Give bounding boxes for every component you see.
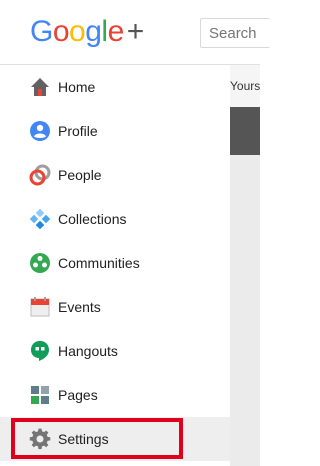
logo-letter: e xyxy=(107,15,125,48)
nav-item-label: Home xyxy=(58,79,96,95)
nav-item-label: Events xyxy=(58,299,101,315)
content-tab-label[interactable]: Yours xyxy=(230,79,260,93)
nav-item-hangouts[interactable]: Hangouts xyxy=(0,329,230,373)
logo-letter: o xyxy=(69,15,86,48)
pages-icon xyxy=(31,386,49,404)
gear-icon xyxy=(29,428,51,450)
communities-icon xyxy=(30,253,50,273)
navigation-drawer: Home Profile People Collections Communit… xyxy=(0,65,230,466)
google-plus-logo[interactable]: Google + xyxy=(30,14,144,50)
nav-item-label: Hangouts xyxy=(58,343,118,359)
nav-item-label: Communities xyxy=(58,255,140,271)
nav-item-label: Settings xyxy=(58,431,109,447)
nav-item-label: Profile xyxy=(58,123,98,139)
search-input[interactable]: Search xyxy=(200,18,270,48)
logo-letter: o xyxy=(52,15,70,48)
content-area: Yours xyxy=(230,65,260,466)
nav-item-events[interactable]: Events xyxy=(0,285,230,329)
top-bar: Google + Search xyxy=(0,0,270,65)
hangouts-icon xyxy=(31,341,49,361)
nav-item-pages[interactable]: Pages xyxy=(0,373,230,417)
nav-item-label: Collections xyxy=(58,211,127,227)
logo-letter: G xyxy=(30,15,53,48)
content-tab-strip: Yours xyxy=(230,65,260,107)
nav-item-collections[interactable]: Collections xyxy=(0,197,230,241)
nav-item-home[interactable]: Home xyxy=(0,65,230,109)
nav-item-label: Pages xyxy=(58,387,98,403)
nav-item-communities[interactable]: Communities xyxy=(0,241,230,285)
collections-icon xyxy=(29,208,51,230)
nav-item-people[interactable]: People xyxy=(0,153,230,197)
nav-item-profile[interactable]: Profile xyxy=(0,109,230,153)
search-placeholder: Search xyxy=(209,25,257,42)
content-banner xyxy=(230,107,260,155)
logo-plus: + xyxy=(126,15,145,48)
events-icon xyxy=(30,297,50,317)
logo-letter: g xyxy=(85,15,102,48)
home-icon xyxy=(31,78,49,96)
profile-icon xyxy=(30,121,50,141)
nav-item-label: People xyxy=(58,167,102,183)
people-icon xyxy=(29,164,51,186)
nav-item-settings[interactable]: Settings xyxy=(0,417,230,461)
